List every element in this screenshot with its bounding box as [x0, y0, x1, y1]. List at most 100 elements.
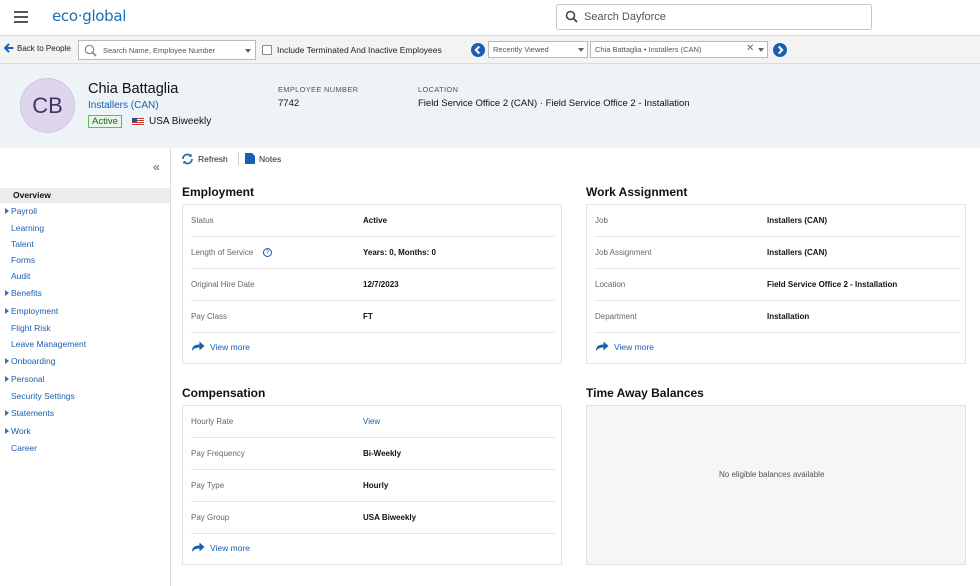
- employee-search-input[interactable]: [103, 43, 243, 57]
- employee-search-box[interactable]: [78, 40, 256, 60]
- table-row: Hourly Rate View: [191, 406, 555, 438]
- chevron-right-icon: [777, 45, 784, 55]
- field-value: Bi-Weekly: [363, 449, 402, 458]
- sidebar-item-flight-risk[interactable]: Flight Risk: [0, 321, 170, 336]
- employee-pay-group: USA Biweekly: [149, 116, 212, 127]
- sidebar-nav: « Overview Payroll Learning Talent Forms Audi…: [0, 148, 171, 586]
- expand-arrow-icon: [5, 428, 9, 434]
- employee-job-link[interactable]: Installers (CAN): [88, 100, 159, 111]
- view-more-label: View more: [614, 341, 654, 352]
- help-icon[interactable]: ?: [263, 248, 272, 257]
- sidebar-item-talent[interactable]: Talent: [0, 237, 170, 252]
- employee-name: Chia Battaglia: [88, 81, 179, 97]
- sidebar-item-label: Statements: [11, 408, 54, 418]
- employee-header: CB Chia Battaglia Installers (CAN) Activ…: [0, 64, 980, 148]
- table-row: Pay Group USA Biweekly: [191, 502, 555, 534]
- notes-icon: [245, 153, 255, 164]
- sidebar-item-employment[interactable]: Employment: [0, 304, 170, 319]
- field-label: Job Assignment: [595, 248, 652, 257]
- global-search-input[interactable]: [584, 8, 864, 26]
- time-away-card: No eligible balances available: [586, 405, 966, 565]
- include-terminated-checkbox[interactable]: [262, 45, 272, 55]
- people-toolbar: Back to People Include Terminated And In…: [0, 36, 980, 64]
- field-label: Status: [191, 216, 214, 225]
- view-more-label: View more: [210, 542, 250, 553]
- table-row: Pay Class FT: [191, 301, 555, 333]
- sidebar-item-career[interactable]: Career: [0, 441, 170, 456]
- field-value: FT: [363, 312, 373, 321]
- sidebar-item-label: Payroll: [11, 206, 37, 216]
- menu-icon[interactable]: [14, 11, 28, 23]
- collapse-sidebar-icon[interactable]: «: [153, 160, 160, 174]
- field-label: Department: [595, 312, 637, 321]
- next-employee-button[interactable]: [773, 43, 787, 57]
- table-row: Pay Frequency Bi-Weekly: [191, 438, 555, 470]
- location-label: LOCATION: [418, 85, 459, 94]
- sidebar-item-work[interactable]: Work: [0, 424, 170, 439]
- global-search-box[interactable]: [556, 4, 872, 30]
- sidebar-item-label: Talent: [11, 239, 34, 249]
- share-arrow-icon: [192, 341, 205, 351]
- recently-viewed-select[interactable]: Recently Viewed: [488, 41, 588, 58]
- sidebar-item-personal[interactable]: Personal: [0, 372, 170, 387]
- field-value: Installers (CAN): [767, 216, 828, 225]
- field-label: Hourly Rate: [191, 417, 234, 426]
- sidebar-item-label: Flight Risk: [11, 323, 51, 333]
- table-row: Department Installation: [595, 301, 959, 333]
- refresh-button[interactable]: Refresh: [181, 153, 228, 165]
- time-away-title: Time Away Balances: [586, 386, 704, 400]
- sidebar-item-leave-management[interactable]: Leave Management: [0, 337, 170, 352]
- view-hourly-rate-link[interactable]: View: [363, 417, 380, 426]
- sidebar-item-label: Personal: [11, 374, 45, 384]
- sidebar-item-label: Benefits: [11, 288, 42, 298]
- table-row: Status Active: [191, 205, 555, 237]
- sidebar-item-forms[interactable]: Forms: [0, 253, 170, 268]
- search-icon: [565, 10, 578, 23]
- field-value: Years: 0, Months: 0: [363, 248, 436, 257]
- table-row: Length of Service? Years: 0, Months: 0: [191, 237, 555, 269]
- previous-employee-button[interactable]: [471, 43, 485, 57]
- employee-number-label: EMPLOYEE NUMBER: [278, 85, 359, 94]
- sidebar-item-security-settings[interactable]: Security Settings: [0, 389, 170, 404]
- compensation-view-more-link[interactable]: View more: [191, 542, 250, 553]
- expand-arrow-icon: [5, 208, 9, 214]
- sidebar-item-statements[interactable]: Statements: [0, 406, 170, 421]
- recently-viewed-value: Recently Viewed: [493, 45, 549, 54]
- clear-icon[interactable]: ✕: [746, 43, 754, 54]
- employee-number-value: 7742: [278, 98, 300, 109]
- employment-view-more-link[interactable]: View more: [191, 341, 250, 352]
- field-label: Pay Class: [191, 312, 228, 321]
- chevron-down-icon: [758, 48, 764, 52]
- selected-employee-value: Chia Battaglia • Installers (CAN): [595, 45, 702, 54]
- sidebar-item-label: Leave Management: [11, 339, 87, 349]
- include-terminated-label[interactable]: Include Terminated And Inactive Employee…: [277, 45, 442, 55]
- work-assignment-view-more-link[interactable]: View more: [595, 341, 654, 352]
- sidebar-item-learning[interactable]: Learning: [0, 221, 170, 236]
- selected-employee-select[interactable]: Chia Battaglia • Installers (CAN) ✕: [590, 41, 768, 58]
- chevron-down-icon[interactable]: [245, 49, 251, 53]
- sidebar-item-onboarding[interactable]: Onboarding: [0, 354, 170, 369]
- table-row: Job Assignment Installers (CAN): [595, 237, 959, 269]
- back-to-people-link[interactable]: Back to People: [4, 43, 71, 53]
- field-label: Original Hire Date: [191, 280, 255, 289]
- sidebar-item-label: Work: [11, 426, 31, 436]
- avatar: CB: [20, 78, 75, 133]
- field-label: Pay Type: [191, 481, 225, 490]
- table-row: Original Hire Date 12/7/2023: [191, 269, 555, 301]
- notes-button[interactable]: Notes: [245, 153, 281, 164]
- sidebar-item-payroll[interactable]: Payroll: [0, 204, 170, 219]
- sidebar-item-overview[interactable]: Overview: [0, 188, 170, 203]
- table-row: Pay Type Hourly: [191, 470, 555, 502]
- sidebar-item-label: Employment: [11, 306, 59, 316]
- work-assignment-title: Work Assignment: [586, 185, 688, 199]
- expand-arrow-icon: [5, 358, 9, 364]
- sidebar-item-label: Learning: [11, 223, 45, 233]
- employment-card: Status Active Length of Service? Years: 0, …: [182, 204, 562, 364]
- sidebar-item-audit[interactable]: Audit: [0, 269, 170, 284]
- company-logo[interactable]: eco·global: [52, 7, 126, 25]
- view-more-label: View more: [210, 341, 250, 352]
- field-label: Location: [595, 280, 626, 289]
- top-bar: eco·global: [0, 0, 980, 36]
- expand-arrow-icon: [5, 376, 9, 382]
- sidebar-item-benefits[interactable]: Benefits: [0, 286, 170, 301]
